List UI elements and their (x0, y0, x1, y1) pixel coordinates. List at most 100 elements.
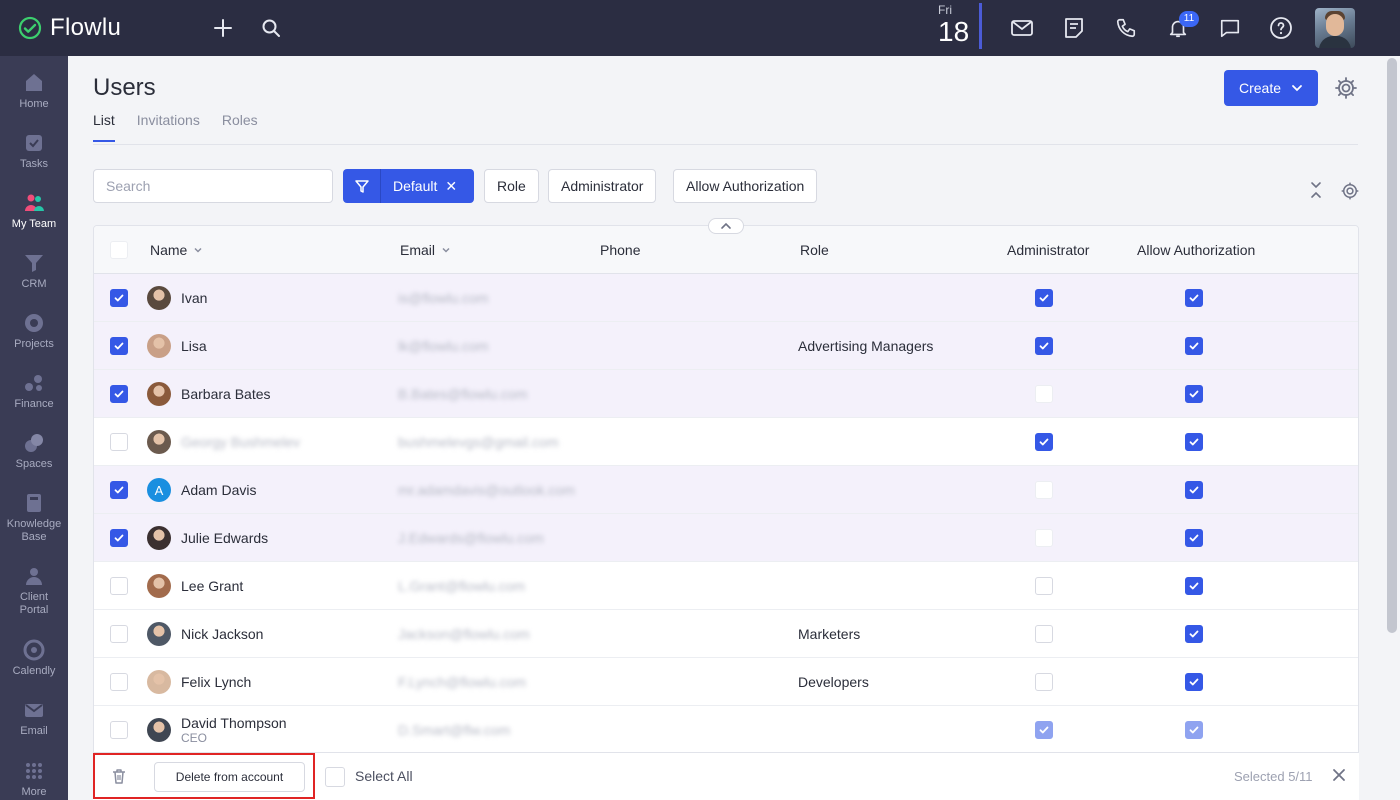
administrator-checkbox[interactable] (1035, 529, 1053, 547)
user-name[interactable]: David Thompson (181, 715, 287, 731)
user-name[interactable]: Nick Jackson (181, 626, 263, 642)
select-all-checkbox[interactable] (325, 767, 345, 787)
user-name[interactable]: Georgy Bushmelev (181, 434, 300, 450)
administrator-checkbox[interactable] (1035, 385, 1053, 403)
row-select-checkbox[interactable] (110, 385, 128, 403)
phone-icon[interactable] (1114, 16, 1138, 40)
row-select-checkbox[interactable] (110, 529, 128, 547)
search-input[interactable] (93, 169, 333, 203)
administrator-checkbox[interactable] (1035, 433, 1053, 451)
allow-authorization-cell (1185, 610, 1203, 658)
sidebar-item-projects[interactable]: Projects (0, 311, 68, 351)
table-row[interactable]: Georgy Bushmelev bushmelevgs@gmail.com (94, 418, 1358, 466)
sidebar-item-client-portal[interactable]: Client Portal (0, 564, 68, 617)
allow-authorization-checkbox[interactable] (1185, 577, 1203, 595)
date-widget[interactable]: Fri 18 (934, 3, 982, 49)
table-row[interactable]: Julie Edwards J.Edwards@flowlu.com (94, 514, 1358, 562)
table-row[interactable]: Lee Grant L.Grant@flowlu.com (94, 562, 1358, 610)
add-icon[interactable] (211, 16, 235, 40)
chat-icon[interactable] (1218, 16, 1242, 40)
delete-from-account-button[interactable]: Delete from account (154, 762, 305, 792)
sidebar-item-my-team[interactable]: My Team (0, 191, 68, 231)
collapse-filters-toggle[interactable] (708, 218, 744, 234)
tab-list[interactable]: List (93, 112, 115, 142)
search-icon[interactable] (259, 16, 283, 40)
administrator-checkbox[interactable] (1035, 481, 1053, 499)
notes-icon[interactable] (1062, 16, 1086, 40)
allow-authorization-checkbox[interactable] (1185, 673, 1203, 691)
scrollbar-thumb[interactable] (1387, 58, 1397, 633)
user-name[interactable]: Barbara Bates (181, 386, 271, 402)
select-all-label[interactable]: Select All (355, 768, 413, 784)
help-icon[interactable] (1269, 16, 1293, 40)
avatar (147, 718, 171, 742)
close-icon[interactable] (1331, 767, 1347, 783)
user-name[interactable]: Lee Grant (181, 578, 243, 594)
administrator-checkbox[interactable] (1035, 625, 1053, 643)
filter-chip-role[interactable]: Role (484, 169, 539, 203)
user-name[interactable]: Lisa (181, 338, 207, 354)
row-select-checkbox[interactable] (110, 433, 128, 451)
table-row[interactable]: A Adam Davis mr.adamdavis@outlook.com (94, 466, 1358, 514)
filter-chip-allow-authorization[interactable]: Allow Authorization (673, 169, 818, 203)
administrator-checkbox[interactable] (1035, 337, 1053, 355)
allow-authorization-checkbox[interactable] (1185, 433, 1203, 451)
column-header-name[interactable]: Name (150, 242, 203, 258)
logo[interactable]: Flowlu (18, 14, 121, 42)
row-select-checkbox[interactable] (110, 337, 128, 355)
allow-authorization-checkbox[interactable] (1185, 721, 1203, 739)
administrator-checkbox[interactable] (1035, 289, 1053, 307)
filter-chip-administrator[interactable]: Administrator (548, 169, 657, 203)
row-select-checkbox[interactable] (110, 673, 128, 691)
administrator-checkbox[interactable] (1035, 721, 1053, 739)
sidebar-item-home[interactable]: Home (0, 71, 68, 111)
tab-roles[interactable]: Roles (222, 112, 258, 142)
row-select-checkbox[interactable] (110, 721, 128, 739)
user-name[interactable]: Ivan (181, 290, 207, 306)
administrator-checkbox[interactable] (1035, 577, 1053, 595)
sidebar-item-email[interactable]: Email (0, 698, 68, 738)
mail-icon[interactable] (1010, 16, 1034, 40)
allow-authorization-checkbox[interactable] (1185, 337, 1203, 355)
sidebar-item-tasks[interactable]: Tasks (0, 131, 68, 171)
sidebar-item-more[interactable]: More (0, 759, 68, 799)
row-select-checkbox[interactable] (110, 577, 128, 595)
clear-filter-icon[interactable]: ✕ (437, 178, 457, 195)
sidebar-item-knowledge-base[interactable]: Knowledge Base (0, 491, 68, 544)
table-row[interactable]: David Thompson CEO D.Smart@flw.com (94, 706, 1358, 754)
user-name[interactable]: Felix Lynch (181, 674, 251, 690)
table-row[interactable]: Lisa lk@flowlu.com Advertising Managers (94, 322, 1358, 370)
trash-icon[interactable] (110, 767, 128, 785)
table-row[interactable]: Barbara Bates B.Bates@flowlu.com (94, 370, 1358, 418)
row-checkbox-cell (110, 322, 128, 370)
allow-authorization-checkbox[interactable] (1185, 289, 1203, 307)
settings-gear-icon[interactable] (1334, 76, 1358, 100)
allow-authorization-checkbox[interactable] (1185, 481, 1203, 499)
user-name[interactable]: Adam Davis (181, 482, 256, 498)
sidebar-item-finance[interactable]: Finance (0, 371, 68, 411)
collapse-rows-icon[interactable] (1306, 180, 1326, 200)
table-row[interactable]: Ivan is@flowlu.com (94, 274, 1358, 322)
row-select-checkbox[interactable] (110, 289, 128, 307)
table-settings-gear-icon[interactable] (1340, 181, 1360, 201)
row-select-checkbox[interactable] (110, 625, 128, 643)
sidebar-item-label: Projects (14, 338, 54, 350)
page-scrollbar[interactable] (1384, 56, 1400, 800)
sidebar-item-crm[interactable]: CRM (0, 251, 68, 291)
administrator-checkbox[interactable] (1035, 673, 1053, 691)
allow-authorization-checkbox[interactable] (1185, 385, 1203, 403)
header-select-checkbox[interactable] (110, 241, 128, 259)
table-row[interactable]: Felix Lynch F.Lynch@flowlu.com Developers (94, 658, 1358, 706)
table-row[interactable]: Nick Jackson Jackson@flowlu.com Marketers (94, 610, 1358, 658)
allow-authorization-checkbox[interactable] (1185, 529, 1203, 547)
user-avatar[interactable] (1315, 8, 1355, 48)
tab-invitations[interactable]: Invitations (137, 112, 200, 142)
sidebar-item-calendly[interactable]: Calendly (0, 638, 68, 678)
column-header-email[interactable]: Email (400, 242, 451, 258)
filter-default-button[interactable]: Default ✕ (343, 169, 474, 203)
allow-authorization-checkbox[interactable] (1185, 625, 1203, 643)
sidebar-item-spaces[interactable]: Spaces (0, 431, 68, 471)
user-name[interactable]: Julie Edwards (181, 530, 268, 546)
row-select-checkbox[interactable] (110, 481, 128, 499)
create-button[interactable]: Create (1224, 70, 1318, 106)
